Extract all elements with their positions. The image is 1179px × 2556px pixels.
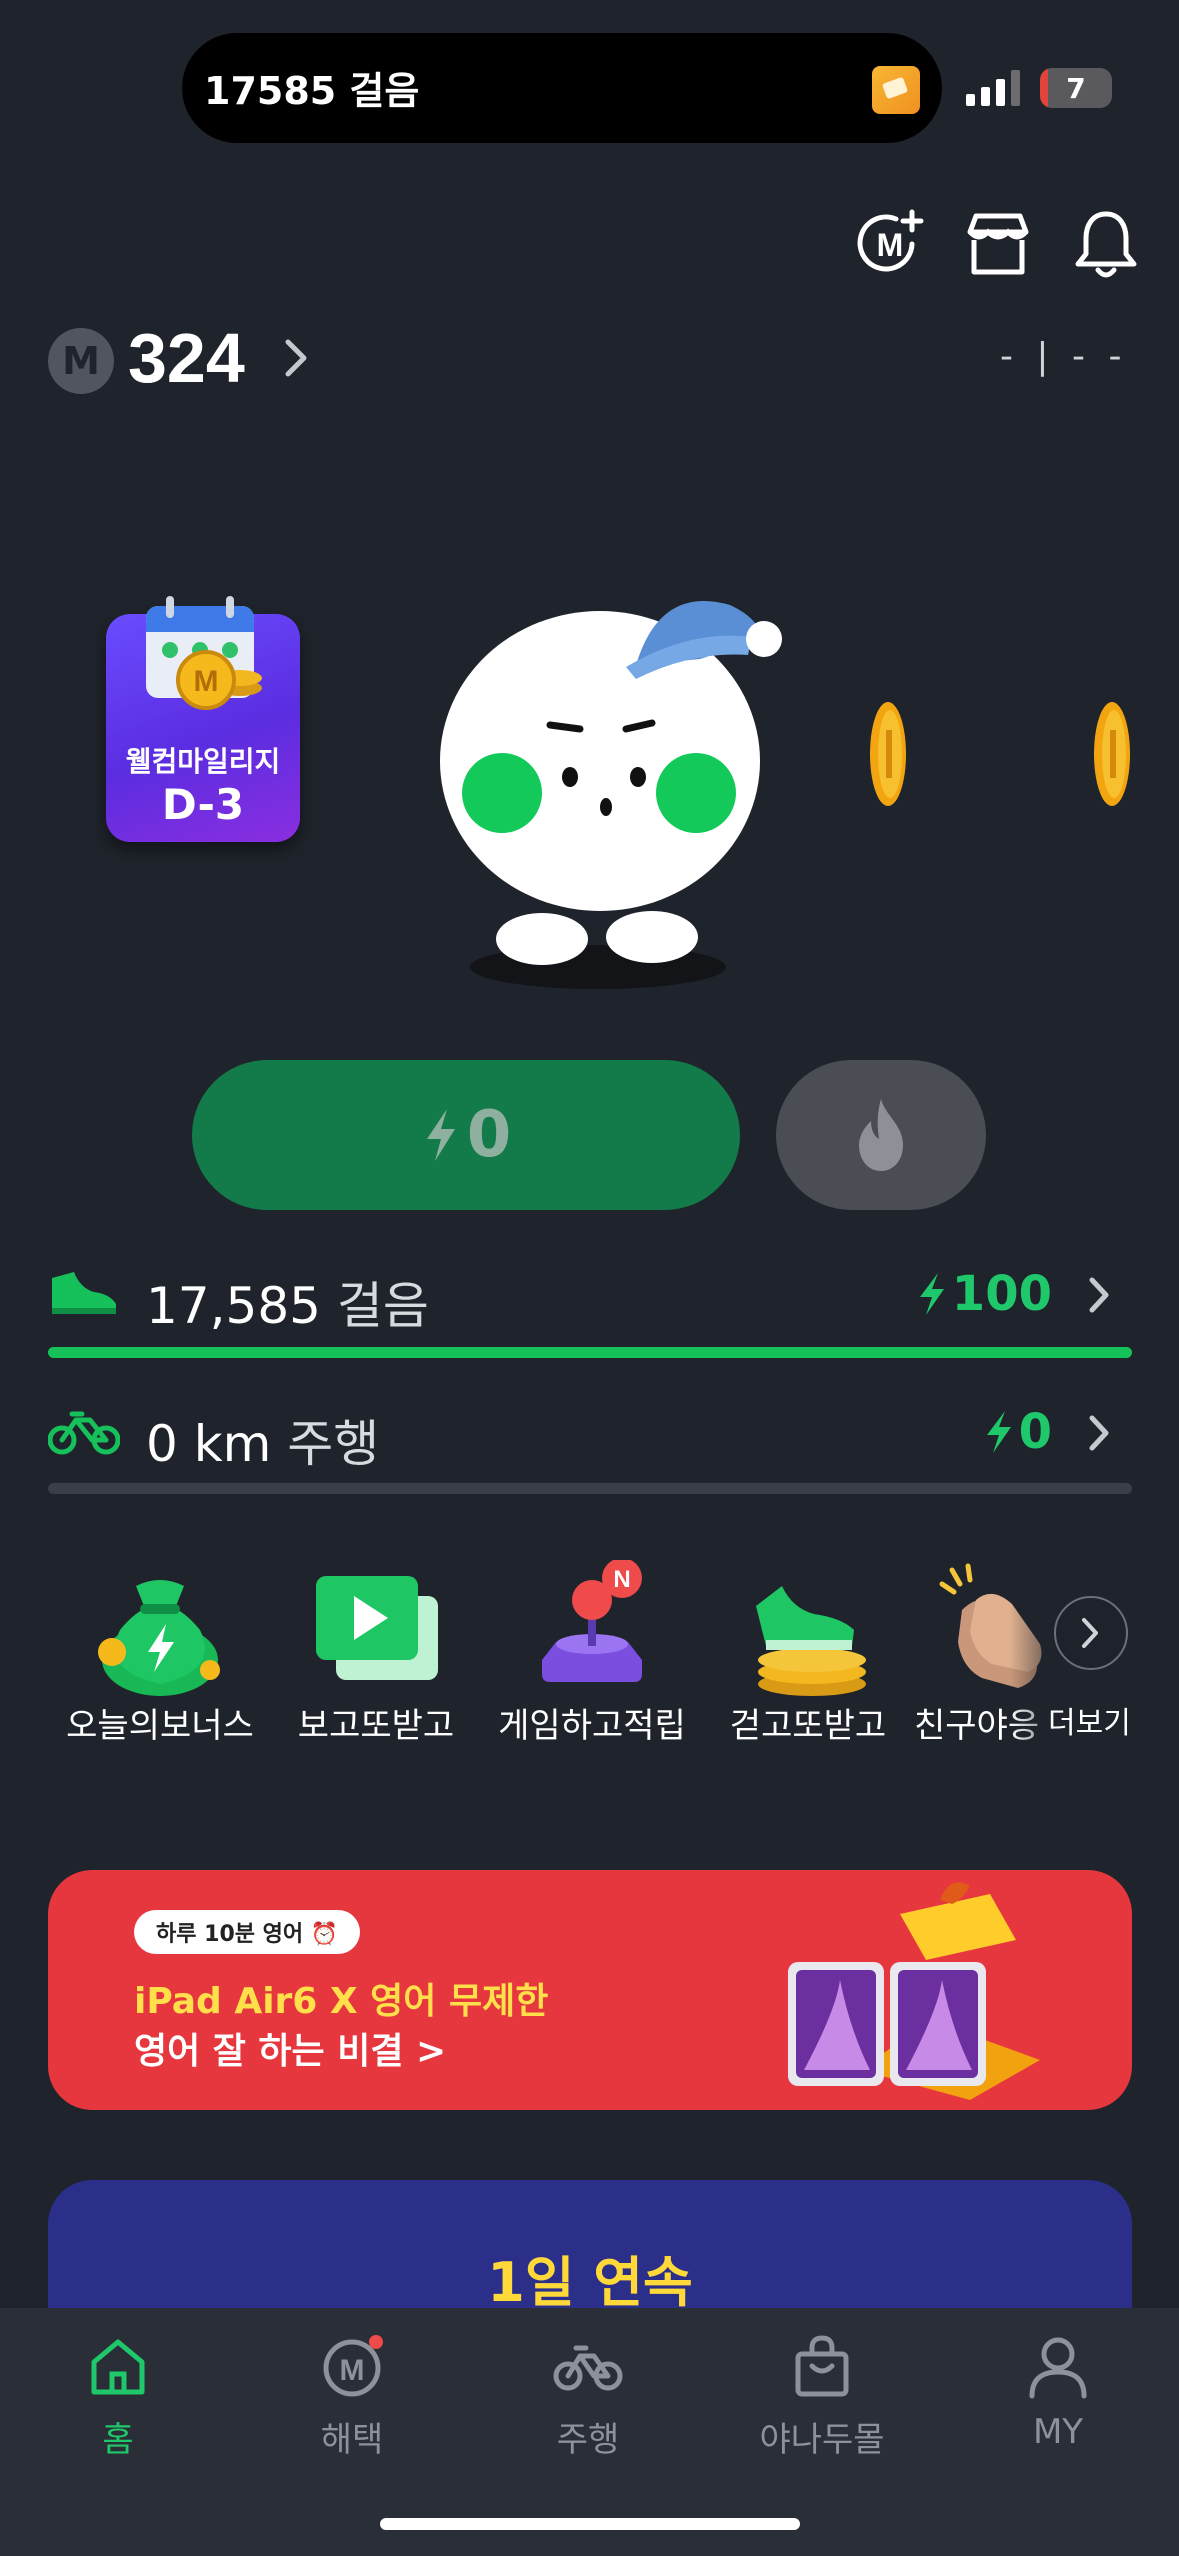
battery-icon: 7 (1040, 68, 1112, 108)
steps-reward-value: 100 (951, 1266, 1052, 1322)
charge-energy-button[interactable]: 0 (192, 1060, 740, 1210)
welcome-mileage-title: 웰컴마일리지 (125, 745, 281, 778)
chevron-right-icon[interactable] (1088, 1276, 1112, 1314)
battery-percent: 7 (1066, 72, 1086, 105)
store-icon[interactable] (960, 206, 1036, 282)
steps-value: 17,585 (146, 1277, 321, 1335)
sneaker-icon (52, 1272, 116, 1314)
video-play-icon (316, 1576, 438, 1680)
weather-placeholder: - | - - (1000, 336, 1128, 377)
tab-label: 주행 (556, 2420, 620, 2460)
chevron-right-icon[interactable] (1088, 1414, 1112, 1452)
svg-text:M: M (877, 227, 904, 263)
tab-label: 해택 (320, 2420, 384, 2460)
promo-subline[interactable]: 영어 잘 하는 비결 > (134, 2022, 446, 2074)
points-balance[interactable]: 324 (128, 318, 245, 398)
ride-value: 0 km (146, 1415, 272, 1473)
menu-daily-bonus[interactable]: 오늘의보너스 (50, 1560, 254, 1750)
tab-my[interactable]: MY (958, 2320, 1158, 2470)
chevron-right-icon[interactable] (282, 336, 312, 380)
svg-text:M: M (340, 2354, 365, 2387)
charge-energy-value: 0 (466, 1098, 512, 1172)
lightning-icon (919, 1273, 944, 1315)
ride-row[interactable]: 0 km 주행 0 (48, 1388, 1132, 1478)
new-badge: N (613, 1566, 630, 1593)
mileage-plus-icon[interactable]: M (852, 206, 928, 282)
steps-progress-fill (48, 1347, 1132, 1358)
joystick-icon: N (542, 1560, 642, 1682)
menu-label: 보고또받고 (297, 1706, 455, 1746)
bell-icon[interactable] (1068, 206, 1144, 282)
promo-chip: 하루 10분 영어 ⏰ (134, 1910, 361, 1954)
tab-label: 야나두몰 (759, 2420, 885, 2460)
tab-mall[interactable]: 야나두몰 (722, 2320, 922, 2470)
sneaker-coins-icon (756, 1586, 866, 1696)
menu-label: 오늘의보너스 (66, 1706, 254, 1746)
app-activity-icon (872, 66, 920, 114)
steps-progress-bar (48, 1347, 1132, 1358)
home-icon (91, 2339, 145, 2395)
tab-home[interactable]: 홈 (18, 2320, 218, 2470)
calendar-coin-icon: M (146, 596, 262, 710)
streak-title: 1일 연속 (487, 2251, 693, 2314)
boost-fire-button[interactable] (776, 1060, 986, 1210)
sleepy-mascot-character[interactable] (430, 575, 790, 995)
tab-label: MY (1032, 2412, 1084, 2452)
ride-reward: 0 (983, 1404, 1052, 1460)
ride-progress-bar (48, 1483, 1132, 1494)
menu-label: 게임하고적립 (498, 1706, 686, 1746)
mileage-icon: M (323, 2335, 383, 2397)
menu-game-earn[interactable]: N 게임하고적립 (482, 1560, 686, 1750)
floating-coin-icon[interactable] (868, 700, 908, 808)
promo-headline: iPad Air6 X 영어 무제한 (134, 1981, 549, 2022)
tab-benefits[interactable]: M 해택 (252, 2320, 452, 2470)
steps-reward: 100 (916, 1266, 1052, 1322)
mileage-badge-icon: M (48, 328, 114, 394)
ride-unit: 주행 (287, 1415, 380, 1473)
menu-more-label[interactable]: 더보기 (1048, 1698, 1131, 1742)
chevron-right-icon (1082, 1618, 1098, 1648)
bicycle-icon (553, 2345, 623, 2391)
lightning-icon (986, 1411, 1011, 1453)
menu-more-button[interactable] (1054, 1596, 1128, 1670)
welcome-dday: D-3 (161, 780, 245, 829)
steps-unit: 걸음 (336, 1277, 429, 1335)
activity-step-text: 17585 걸음 (204, 69, 420, 113)
home-indicator[interactable] (380, 2518, 800, 2530)
shopping-bag-icon (795, 2335, 849, 2397)
bicycle-icon (48, 1411, 120, 1455)
menu-label: 걷고또받고 (729, 1706, 887, 1746)
floating-coin-icon[interactable] (1092, 700, 1132, 808)
person-icon (1029, 2337, 1087, 2399)
tab-label: 홈 (102, 2420, 134, 2460)
tab-ride[interactable]: 주행 (488, 2320, 688, 2470)
ride-reward-value: 0 (1018, 1404, 1052, 1460)
svg-text:M: M (194, 665, 219, 698)
ipad-gift-illustration (788, 1882, 1040, 2100)
menu-walk-earn[interactable]: 걷고또받고 (698, 1560, 898, 1750)
lightning-icon (426, 1109, 455, 1161)
steps-row[interactable]: 17,585 걸음 100 (48, 1250, 1132, 1340)
flame-icon (859, 1099, 903, 1171)
menu-watch-earn[interactable]: 보고또받고 (266, 1560, 466, 1750)
signal-icon (966, 70, 1020, 106)
money-bag-icon (98, 1580, 220, 1696)
